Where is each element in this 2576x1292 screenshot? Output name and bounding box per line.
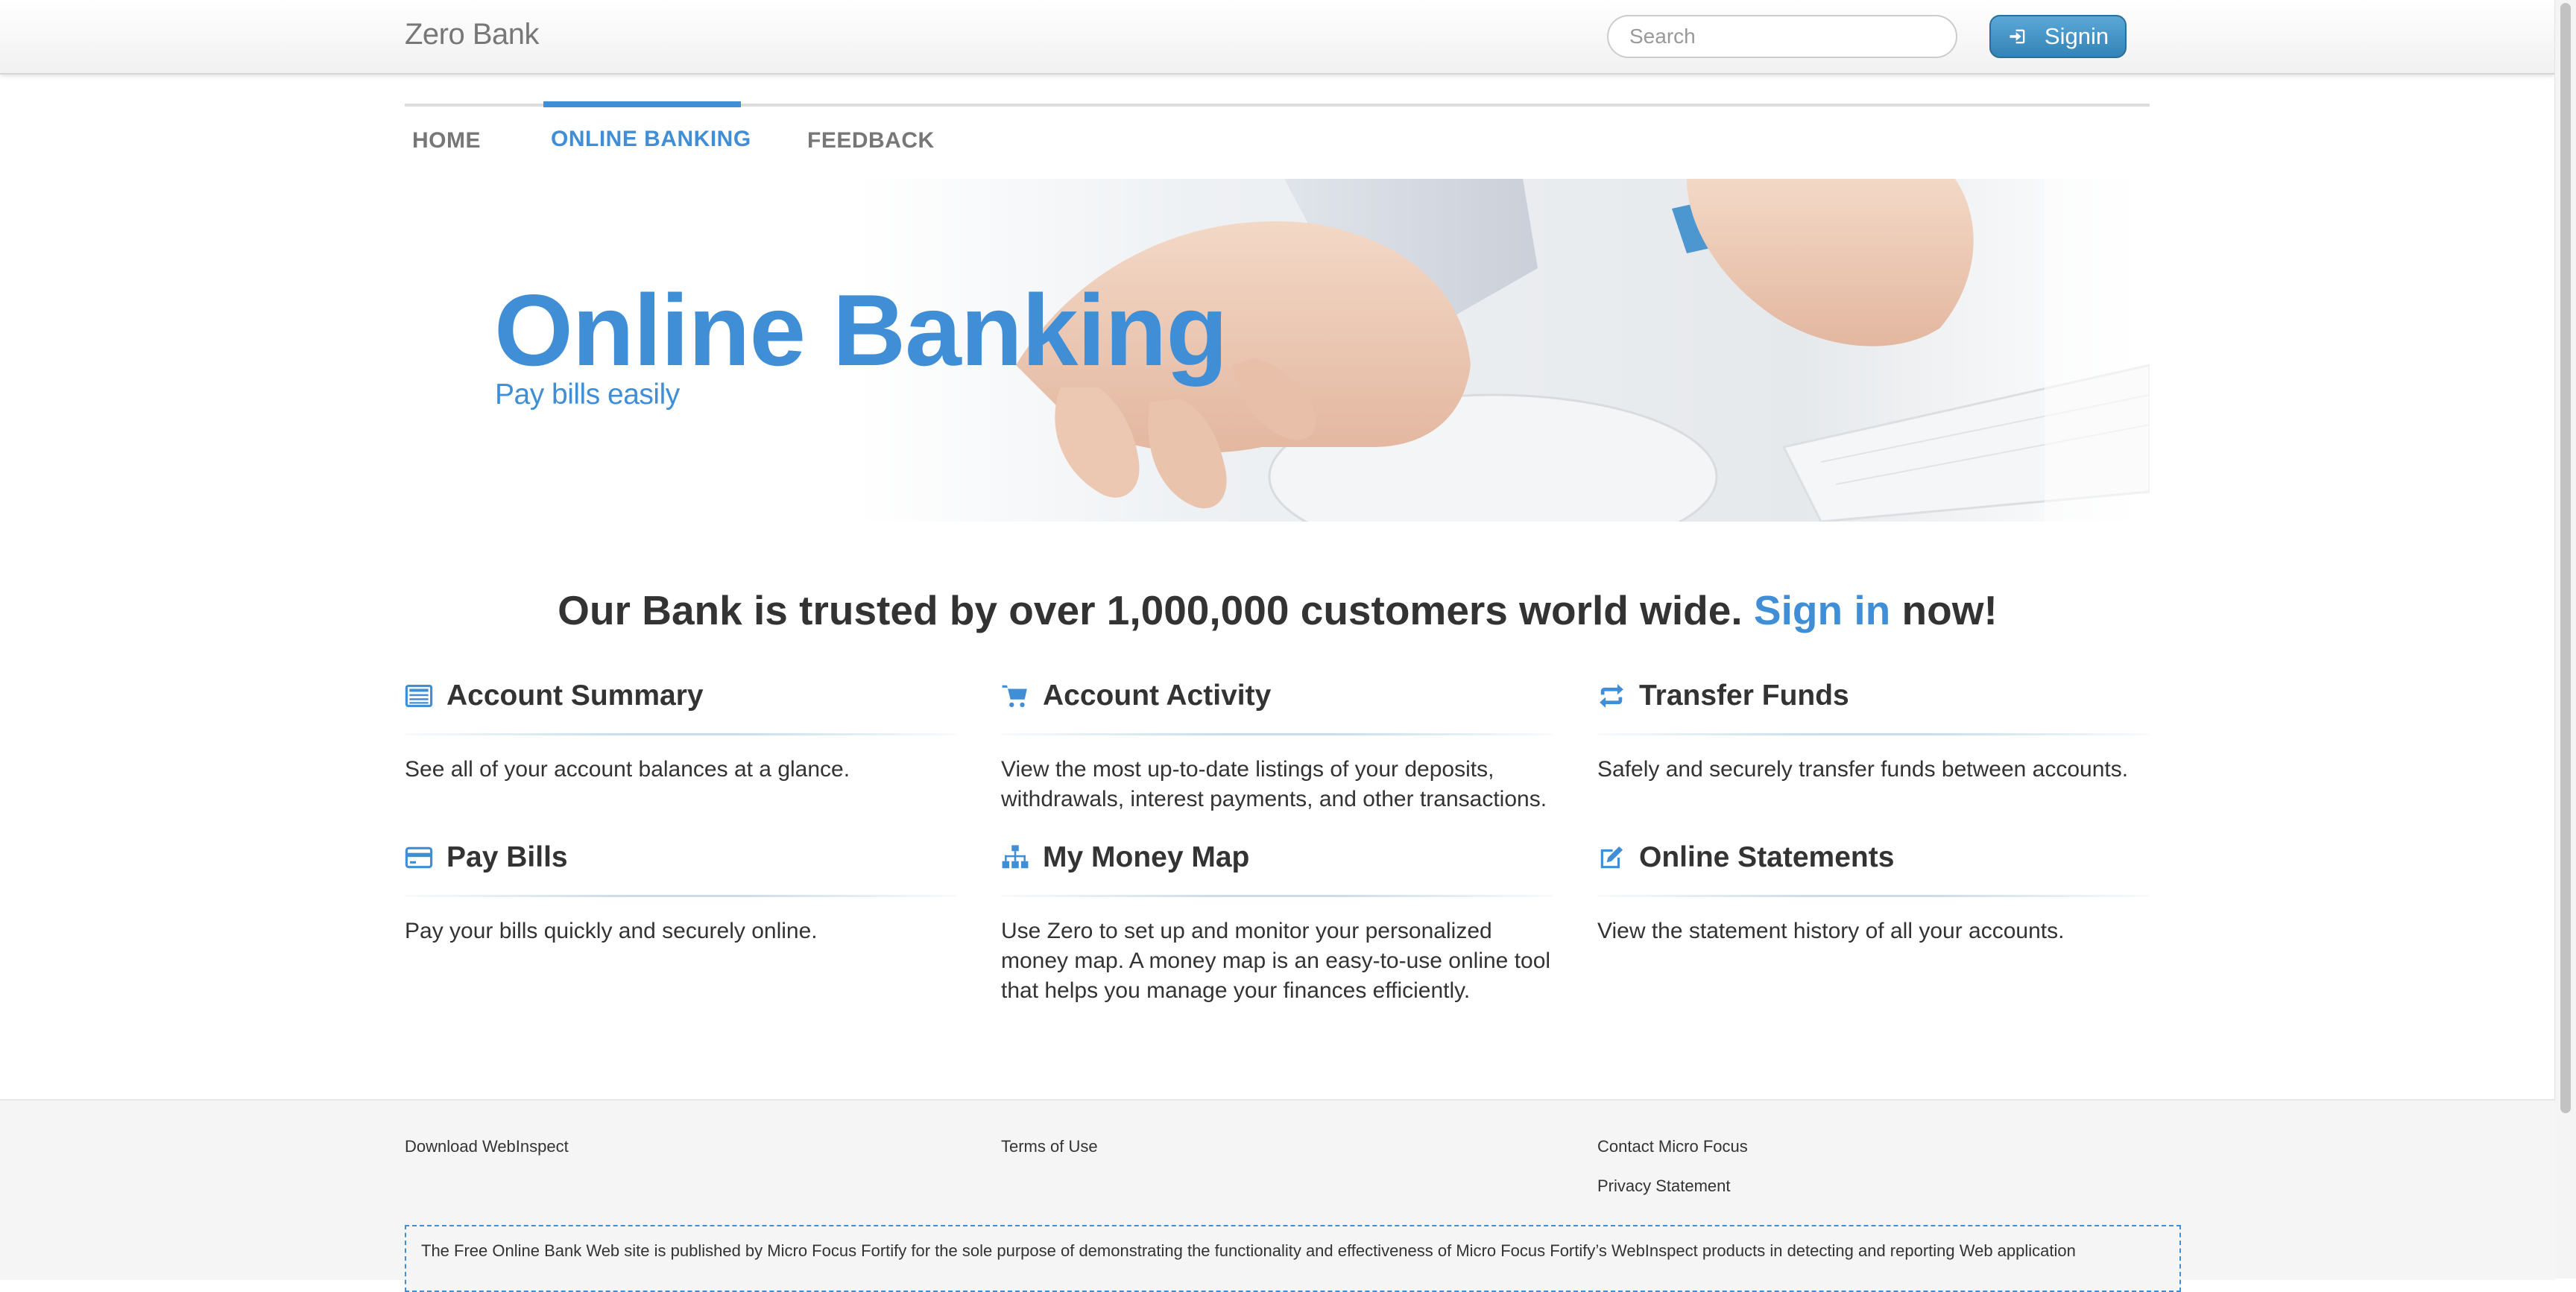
tagline-end: now!: [1901, 587, 1998, 633]
footer-link-privacy[interactable]: Privacy Statement: [1597, 1177, 1731, 1196]
sitemap-icon: [1002, 845, 1029, 869]
footer-disclaimer: The Free Online Bank Web site is publish…: [405, 1225, 2181, 1292]
footer-link-download-webinspect[interactable]: Download WebInspect: [405, 1137, 569, 1156]
signin-label: Signin: [2044, 23, 2109, 49]
footer-link-terms[interactable]: Terms of Use: [1001, 1137, 1098, 1156]
feature-title[interactable]: Account Activity: [1043, 680, 1271, 712]
feature-divider: [1001, 733, 1553, 735]
sign-in-icon: [2010, 29, 2025, 44]
tab-feedback[interactable]: FEEDBACK: [807, 128, 935, 153]
brand-logo[interactable]: Zero Bank: [405, 18, 540, 51]
feature-account-summary: Account Summary See all of your account …: [405, 674, 956, 785]
feature-description: Use Zero to set up and monitor your pers…: [1001, 919, 1551, 1003]
feature-divider: [1001, 895, 1553, 897]
hero-subtitle: Pay bills easily: [495, 379, 680, 411]
cart-icon: [1002, 685, 1027, 708]
top-navbar: Zero Bank Signin: [0, 0, 2555, 75]
feature-transfer-funds: Transfer Funds Safely and securely trans…: [1597, 674, 2149, 785]
feature-title[interactable]: My Money Map: [1043, 841, 1249, 874]
search-input[interactable]: [1607, 15, 1957, 58]
edit-icon: [1600, 846, 1623, 869]
feature-title[interactable]: Online Statements: [1639, 841, 1894, 874]
feature-divider: [1597, 895, 2149, 897]
feature-account-activity: Account Activity View the most up-to-dat…: [1001, 674, 1553, 814]
feature-divider: [405, 733, 956, 735]
tab-online-banking[interactable]: ONLINE BANKING: [551, 127, 751, 152]
active-tab-indicator: [543, 101, 741, 107]
list-icon: [405, 684, 433, 708]
hero-banner: Online Banking Pay bills easily: [405, 179, 2150, 522]
transfer-icon: [1600, 684, 1623, 708]
feature-description: View the most up-to-date listings of you…: [1001, 757, 1547, 811]
tagline-signin-link[interactable]: Sign in: [1754, 587, 1890, 633]
page-scrollbar[interactable]: [2554, 0, 2576, 1279]
signin-button[interactable]: Signin: [1989, 15, 2127, 58]
feature-description: Safely and securely transfer funds betwe…: [1597, 757, 2129, 782]
footer: Download WebInspect Terms of Use Contact…: [0, 1099, 2555, 1292]
tagline: Our Bank is trusted by over 1,000,000 cu…: [0, 586, 2555, 634]
feature-description: View the statement history of all your a…: [1597, 919, 2065, 943]
feature-divider: [1597, 733, 2149, 735]
feature-pay-bills: Pay Bills Pay your bills quickly and sec…: [405, 835, 956, 946]
hero-title: Online Banking: [494, 273, 1228, 387]
feature-description: See all of your account balances at a gl…: [405, 757, 850, 782]
tagline-text: Our Bank is trusted by over 1,000,000 cu…: [558, 587, 1743, 633]
feature-title[interactable]: Pay Bills: [446, 841, 568, 874]
feature-description: Pay your bills quickly and securely onli…: [405, 919, 818, 943]
feature-title[interactable]: Account Summary: [446, 680, 704, 712]
footer-link-contact[interactable]: Contact Micro Focus: [1597, 1137, 1748, 1156]
feature-title[interactable]: Transfer Funds: [1639, 680, 1849, 712]
credit-card-icon: [405, 846, 433, 869]
tab-home[interactable]: HOME: [412, 128, 481, 153]
feature-divider: [405, 895, 956, 897]
feature-my-money-map: My Money Map Use Zero to set up and moni…: [1001, 835, 1553, 1006]
scrollbar-thumb[interactable]: [2560, 3, 2571, 1113]
feature-online-statements: Online Statements View the statement his…: [1597, 835, 2149, 946]
